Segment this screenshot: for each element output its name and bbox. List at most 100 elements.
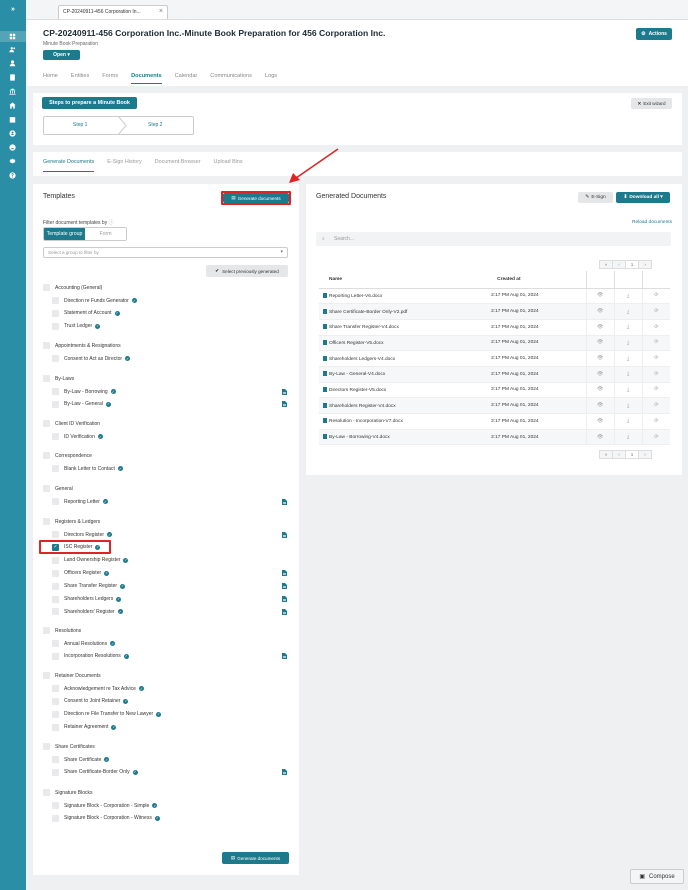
template-group-row[interactable]: By-Laws	[43, 375, 74, 382]
close-tab-icon[interactable]: ×	[159, 8, 163, 15]
template-item-row[interactable]: Annual Resolutions ✓	[52, 640, 116, 647]
group-filter-select[interactable]: Select a group to filter by ▾	[43, 247, 288, 258]
download-icon[interactable]: ⤓	[613, 382, 642, 399]
first-page-button[interactable]: «	[599, 260, 613, 269]
regenerate-icon[interactable]: ⟳	[641, 366, 670, 383]
template-item-row[interactable]: Consent to Act as Director ✓	[52, 355, 131, 362]
template-item-row[interactable]: Shareholders' Register ✓	[52, 608, 123, 616]
document-name-cell[interactable]: Shareholders Ledgers-V4.docx	[319, 350, 488, 367]
template-group-row[interactable]: Appointments & Resignations	[43, 342, 121, 349]
home-icon[interactable]	[8, 101, 17, 109]
view-icon[interactable]: 👁	[585, 350, 614, 367]
tab-communications[interactable]: Communications	[210, 73, 252, 84]
template-item-row[interactable]: By-Law - General ✓	[52, 400, 111, 408]
tab-esign-history[interactable]: E-Sign History	[107, 159, 141, 172]
template-item-row[interactable]: Signature Block - Corporation - Witness ✓	[52, 814, 160, 822]
group-checkbox[interactable]	[43, 627, 50, 634]
template-checkbox[interactable]	[52, 723, 59, 731]
person-icon[interactable]	[8, 59, 17, 67]
tab-documents[interactable]: Documents	[131, 73, 162, 84]
current-page[interactable]: 1	[625, 450, 639, 459]
compose-button[interactable]: ▣ Compose	[630, 869, 684, 884]
reload-documents-link[interactable]: Reload documents	[632, 220, 672, 225]
template-file-icon[interactable]	[282, 498, 287, 505]
template-item-row[interactable]: Reporting Letter ✓	[52, 498, 108, 505]
regenerate-icon[interactable]: ⟳	[641, 429, 670, 446]
building-icon[interactable]	[8, 73, 17, 81]
tab-entities[interactable]: Entities	[71, 73, 89, 84]
template-item-row[interactable]: Trust Ledger ✓	[52, 322, 101, 330]
group-checkbox[interactable]	[43, 420, 50, 427]
regenerate-icon[interactable]: ⟳	[641, 288, 670, 305]
tab-home[interactable]: Home	[43, 73, 58, 84]
template-item-row[interactable]: Incorporation Resolutions ✓	[52, 652, 129, 660]
group-checkbox[interactable]	[43, 518, 50, 525]
template-item-row[interactable]: Directors Register ✓	[52, 531, 113, 538]
download-icon[interactable]: ⤓	[613, 350, 642, 367]
actions-button[interactable]: ⚙ Actions	[636, 28, 672, 40]
regenerate-icon[interactable]: ⟳	[641, 382, 670, 399]
next-page-button[interactable]: ›	[638, 450, 652, 459]
group-checkbox[interactable]	[43, 485, 50, 492]
template-item-row[interactable]: Consent to Joint Retainer ✓	[52, 697, 129, 705]
template-item-row[interactable]: Retainer Agreement ✓	[52, 723, 117, 731]
template-file-icon[interactable]	[282, 596, 287, 602]
document-name-cell[interactable]: Share Transfer Register-V4.docx	[319, 319, 488, 336]
document-name-cell[interactable]: By-Law - General-V4.docx	[319, 366, 488, 383]
settings-icon[interactable]	[8, 157, 17, 165]
template-item-row[interactable]: Shareholders Ledgers ✓	[52, 595, 122, 603]
download-icon[interactable]: ⤓	[613, 366, 642, 383]
template-item-row[interactable]: Direction re File Transfer to New Lawyer…	[52, 710, 162, 718]
template-file-icon[interactable]	[282, 583, 287, 590]
tab-logs[interactable]: Logs	[265, 73, 277, 84]
user-icon[interactable]	[8, 143, 17, 151]
regenerate-icon[interactable]: ⟳	[641, 413, 670, 430]
group-checkbox[interactable]	[43, 452, 50, 459]
template-checkbox[interactable]	[52, 582, 59, 590]
download-icon[interactable]: ⤓	[613, 335, 642, 352]
next-page-button[interactable]: ›	[638, 260, 652, 269]
template-checkbox[interactable]	[52, 531, 59, 538]
template-item-row[interactable]: Share Transfer Register ✓	[52, 582, 126, 590]
template-group-row[interactable]: Retainer Documents	[43, 672, 101, 679]
template-checkbox[interactable]	[52, 355, 59, 362]
view-icon[interactable]: 👁	[585, 429, 614, 446]
template-item-row[interactable]: ID Verification ✓	[52, 433, 103, 440]
view-icon[interactable]: 👁	[585, 319, 614, 336]
group-checkbox[interactable]	[43, 342, 50, 349]
tab-generate-documents[interactable]: Generate Documents	[43, 159, 95, 172]
group-checkbox[interactable]	[43, 375, 50, 382]
view-icon[interactable]: 👁	[585, 413, 614, 430]
template-checkbox[interactable]	[52, 608, 59, 616]
record-tab[interactable]: CP-20240911-456 Corporation In... ×	[58, 5, 168, 19]
template-item-row[interactable]: Direction re Funds Generator ✓	[52, 297, 137, 304]
template-checkbox[interactable]	[52, 595, 59, 603]
regenerate-icon[interactable]: ⟳	[641, 335, 670, 352]
prev-page-button[interactable]: ‹	[612, 450, 626, 459]
download-icon[interactable]: ⤓	[613, 319, 642, 336]
template-item-row[interactable]: Statement of Account ✓	[52, 309, 120, 317]
download-icon[interactable]: ⤓	[613, 429, 642, 446]
template-checkbox[interactable]	[52, 640, 59, 647]
download-icon[interactable]: ⤓	[613, 288, 642, 305]
download-all-button[interactable]: ⬇ Download all ▾	[616, 192, 670, 203]
view-icon[interactable]: 👁	[585, 397, 614, 414]
tab-calendar[interactable]: Calendar	[175, 73, 198, 84]
help-icon[interactable]	[8, 171, 17, 179]
template-checkbox[interactable]	[52, 569, 59, 577]
regenerate-icon[interactable]: ⟳	[641, 319, 670, 336]
template-group-row[interactable]: Correspondence	[43, 452, 92, 459]
template-checkbox[interactable]	[52, 697, 59, 705]
esign-button[interactable]: ✎ E-Sign	[578, 192, 613, 203]
view-icon[interactable]: 👁	[585, 335, 614, 352]
template-file-icon[interactable]	[282, 401, 287, 408]
form-option[interactable]: Form	[85, 228, 126, 240]
template-checkbox[interactable]	[52, 652, 59, 660]
template-checkbox[interactable]	[52, 685, 59, 692]
template-group-row[interactable]: General	[43, 485, 73, 492]
template-item-row[interactable]: Signature Block - Corporation - Simple ✓	[52, 802, 158, 809]
template-file-icon[interactable]	[282, 769, 287, 776]
user-circle-icon[interactable]	[8, 129, 17, 137]
template-group-row[interactable]: Resolutions	[43, 627, 81, 634]
template-checkbox[interactable]	[52, 802, 59, 809]
